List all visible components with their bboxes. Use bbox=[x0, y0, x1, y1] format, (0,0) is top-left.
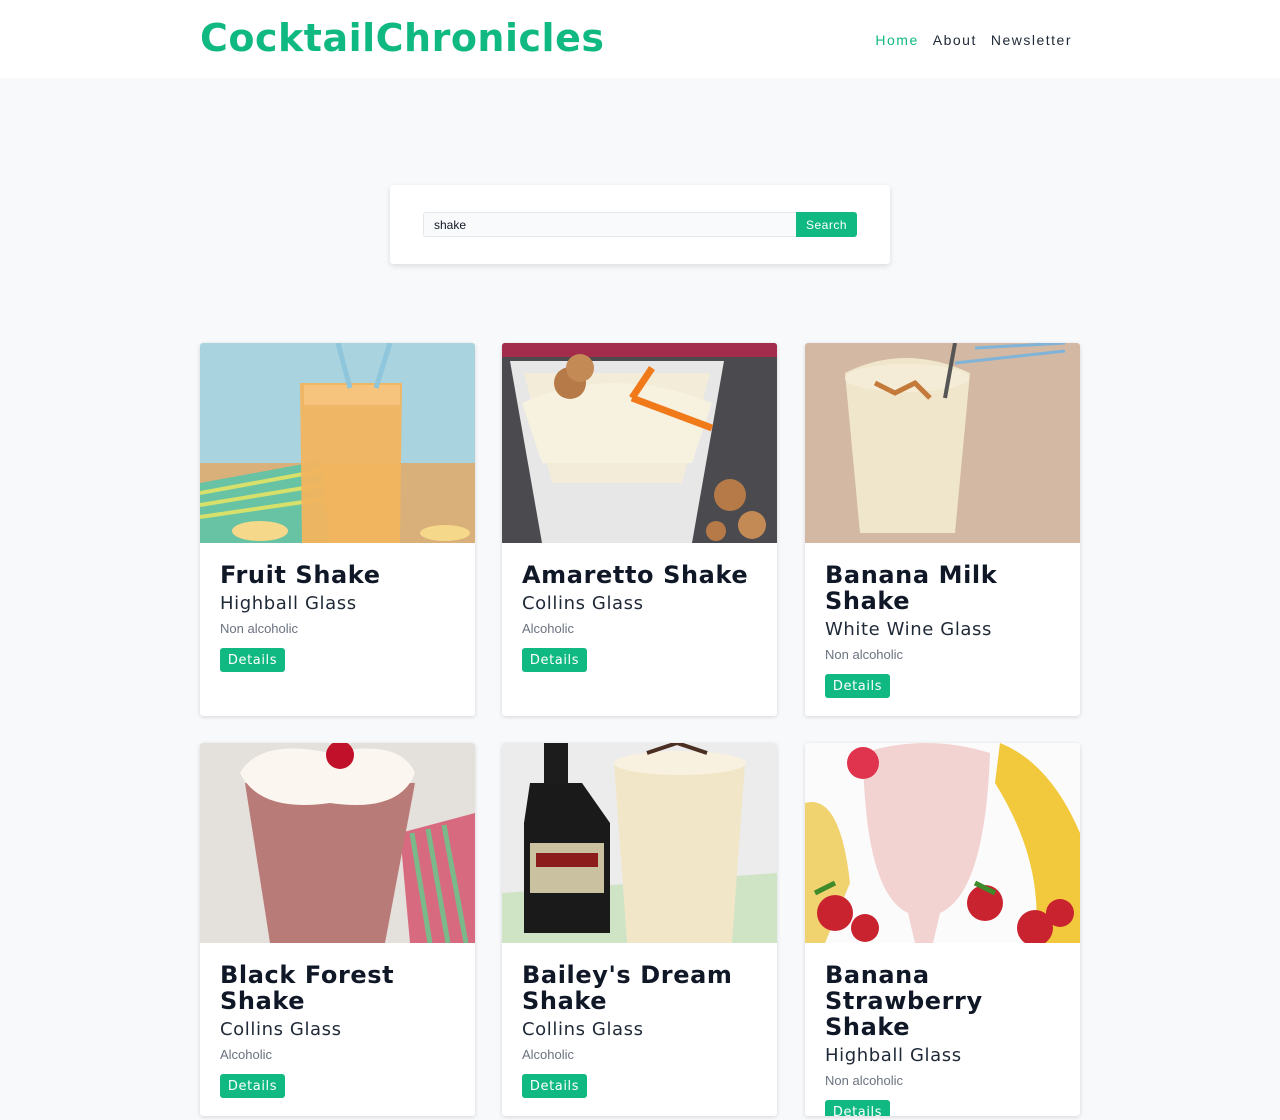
baileys-dream-shake-image bbox=[502, 743, 777, 943]
card-alcohol-type: Alcoholic bbox=[522, 621, 575, 636]
card-title: Bailey's Dream Shake bbox=[522, 961, 733, 1015]
nav-link-newsletter[interactable]: Newsletter bbox=[991, 32, 1072, 48]
card-alcohol-type: Alcoholic bbox=[220, 1047, 273, 1062]
search-button[interactable]: Search bbox=[796, 212, 857, 237]
card-alcohol-type: Alcoholic bbox=[522, 1047, 575, 1062]
cocktail-card-amaretto-shake: Amaretto Shake Collins Glass Alcoholic D… bbox=[502, 343, 777, 716]
fruit-shake-image bbox=[200, 343, 475, 543]
card-title: Amaretto Shake bbox=[522, 561, 749, 589]
card-title: Banana Milk Shake bbox=[825, 561, 998, 615]
card-title: Banana Strawberry Shake bbox=[825, 961, 983, 1041]
search-panel: Search bbox=[390, 185, 890, 264]
card-title: Fruit Shake bbox=[220, 561, 381, 589]
banana-strawberry-shake-image bbox=[805, 743, 1080, 943]
search-input[interactable] bbox=[423, 212, 797, 237]
details-button[interactable]: Details bbox=[220, 1074, 285, 1098]
details-button[interactable]: Details bbox=[522, 1074, 587, 1098]
card-alcohol-type: Non alcoholic bbox=[220, 621, 299, 636]
site-logo[interactable]: CocktailChronicles bbox=[200, 16, 604, 60]
card-title: Black Forest Shake bbox=[220, 961, 395, 1015]
card-glass: Collins Glass bbox=[522, 593, 644, 614]
cocktail-card-black-forest-shake: Black Forest Shake Collins Glass Alcohol… bbox=[200, 743, 475, 1116]
cocktail-card-fruit-shake: Fruit Shake Highball Glass Non alcoholic… bbox=[200, 343, 475, 716]
card-alcohol-type: Non alcoholic bbox=[825, 1073, 904, 1088]
card-glass: White Wine Glass bbox=[825, 619, 993, 640]
details-button[interactable]: Details bbox=[220, 648, 285, 672]
cocktail-card-baileys-dream-shake: Bailey's Dream Shake Collins Glass Alcoh… bbox=[502, 743, 777, 1116]
nav-link-about[interactable]: About bbox=[933, 32, 977, 48]
details-button[interactable]: Details bbox=[825, 674, 890, 698]
card-glass: Collins Glass bbox=[220, 1019, 342, 1040]
card-glass: Highball Glass bbox=[825, 1045, 962, 1066]
cocktail-card-banana-strawberry-shake: Banana Strawberry Shake Highball Glass N… bbox=[805, 743, 1080, 1116]
banana-milk-shake-image bbox=[805, 343, 1080, 543]
card-glass: Collins Glass bbox=[522, 1019, 644, 1040]
main-nav: Home About Newsletter bbox=[875, 32, 1072, 48]
card-alcohol-type: Non alcoholic bbox=[825, 647, 904, 662]
navbar: CocktailChronicles Home About Newsletter bbox=[0, 0, 1280, 78]
black-forest-shake-image bbox=[200, 743, 475, 943]
details-button[interactable]: Details bbox=[825, 1100, 890, 1116]
amaretto-shake-image bbox=[502, 343, 777, 543]
details-button[interactable]: Details bbox=[522, 648, 587, 672]
cocktail-card-banana-milk-shake: Banana Milk Shake White Wine Glass Non a… bbox=[805, 343, 1080, 716]
card-glass: Highball Glass bbox=[220, 593, 357, 614]
nav-link-home[interactable]: Home bbox=[875, 32, 918, 48]
